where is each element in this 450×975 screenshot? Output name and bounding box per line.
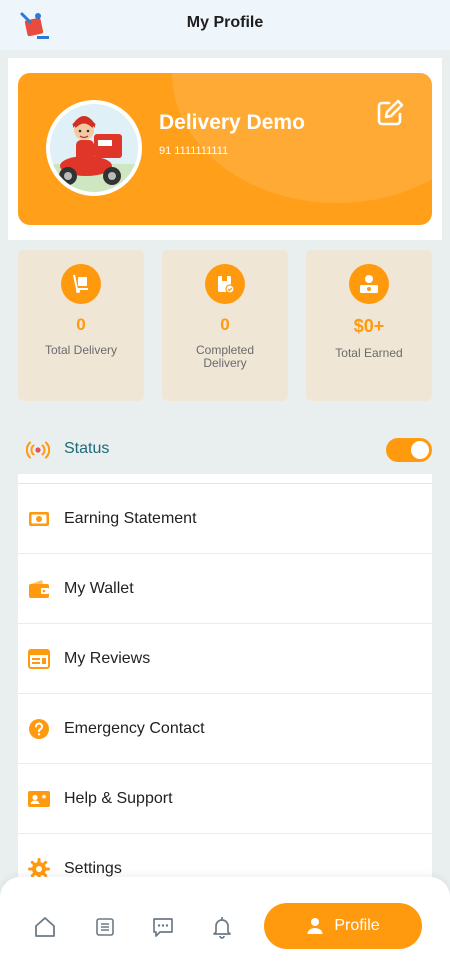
app-header: My Profile bbox=[0, 0, 450, 50]
question-icon bbox=[29, 719, 49, 739]
hand-truck-icon bbox=[61, 264, 101, 304]
completed-box-icon bbox=[205, 264, 245, 304]
home-icon[interactable] bbox=[33, 915, 57, 939]
stat-label-line2: Delivery bbox=[203, 356, 247, 370]
chat-icon[interactable] bbox=[151, 915, 175, 939]
edit-profile-icon[interactable] bbox=[374, 97, 406, 129]
bell-icon[interactable] bbox=[210, 915, 234, 939]
card-decoration bbox=[172, 73, 432, 203]
orders-icon[interactable] bbox=[93, 915, 117, 939]
menu-item-label: Settings bbox=[64, 860, 122, 877]
profile-phone: 91 1111111111 bbox=[159, 145, 229, 157]
stat-completed-delivery: 0 Completed Delivery bbox=[162, 250, 288, 401]
status-toggle[interactable] bbox=[386, 438, 432, 462]
menu-item-emergency-contact[interactable]: Emergency Contact bbox=[18, 694, 432, 764]
menu-item-label: My Wallet bbox=[64, 580, 134, 597]
cash-icon bbox=[29, 512, 49, 526]
bottom-navigation: Profile bbox=[0, 877, 450, 975]
stat-label: Total Delivery bbox=[44, 343, 118, 357]
delivery-rider-illustration bbox=[50, 104, 138, 192]
menu-item-help-support[interactable]: Help & Support bbox=[18, 764, 432, 834]
menu-item-label: Earning Statement bbox=[64, 510, 197, 527]
wallet-icon bbox=[29, 580, 49, 598]
menu-item-label: Emergency Contact bbox=[64, 720, 205, 737]
nav-profile-label: Profile bbox=[334, 917, 380, 934]
menu-item-label: My Reviews bbox=[64, 650, 151, 667]
nav-profile-button[interactable]: Profile bbox=[264, 903, 422, 949]
stat-total-earned: $0+ Total Earned bbox=[306, 250, 432, 401]
toggle-knob bbox=[411, 441, 429, 459]
stat-label: Total Earned bbox=[335, 346, 403, 360]
stat-value: 0 bbox=[220, 315, 230, 334]
stat-value: $0+ bbox=[353, 316, 385, 336]
user-icon bbox=[307, 918, 323, 934]
status-label: Status bbox=[64, 440, 110, 457]
status-row: Status bbox=[18, 426, 432, 474]
menu-item-earning-statement[interactable]: Earning Statement bbox=[18, 484, 432, 554]
menu-item-my-reviews[interactable]: My Reviews bbox=[18, 624, 432, 694]
profile-menu: Earning Statement My Wallet My Reviews E… bbox=[18, 474, 432, 894]
money-bag-icon bbox=[349, 264, 389, 304]
stat-value: 0 bbox=[76, 315, 86, 334]
reviews-icon bbox=[28, 649, 50, 669]
avatar bbox=[46, 100, 142, 196]
support-icon bbox=[28, 791, 50, 807]
stat-total-delivery: 0 Total Delivery bbox=[18, 250, 144, 401]
menu-item-label: Help & Support bbox=[64, 790, 173, 807]
page-title: My Profile bbox=[186, 14, 264, 31]
profile-name: Delivery Demo bbox=[159, 111, 305, 134]
menu-item-my-wallet[interactable]: My Wallet bbox=[18, 554, 432, 624]
broadcast-icon bbox=[26, 441, 50, 459]
profile-card: Delivery Demo 91 1111111111 bbox=[18, 73, 432, 225]
